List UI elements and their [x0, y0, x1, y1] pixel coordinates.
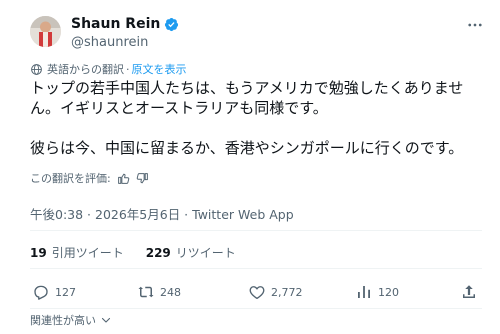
divider [30, 268, 482, 269]
avatar-image [30, 16, 61, 47]
reply-icon [34, 285, 48, 300]
share-icon [463, 285, 475, 298]
replies-sort-dropdown[interactable]: 関連性が高い [30, 312, 112, 328]
globe-icon [31, 63, 42, 75]
tweet-paragraph-2: 彼らは今、中国に留まるか、香港やシンガポールに行くのです。 [30, 139, 464, 157]
engagement-stats: 19 引用ツイート 229 リツイート [30, 244, 258, 261]
tweet-timestamp-source[interactable]: 午後0:38 · 2026年5月6日 · Twitter Web App [30, 204, 294, 223]
heart-icon [249, 286, 265, 300]
reply-button[interactable]: 127 [32, 283, 76, 301]
thumbs-up-icon[interactable] [117, 172, 130, 185]
share-button[interactable] [460, 283, 483, 301]
views-count: 120 [378, 285, 399, 299]
tweet-text: トップの若手中国人たちは、もうアメリカで勉強したくありません。イギリスとオースト… [30, 78, 482, 158]
rate-translation: この翻訳を評価: [30, 170, 149, 186]
retweet-icon [138, 286, 154, 298]
like-count: 2,772 [271, 285, 303, 299]
like-button[interactable]: 2,772 [248, 283, 303, 301]
retweets-stat[interactable]: 229 リツイート [146, 244, 236, 261]
author-display-name[interactable]: Shaun Rein [71, 16, 160, 32]
divider [30, 230, 482, 231]
tweet-detail: Shaun Rein @shaunrein 英語からの翻訳 · 原文を表示 トッ… [0, 0, 500, 334]
translation-separator: · [126, 62, 130, 76]
quote-tweets-count: 19 [30, 246, 47, 260]
translation-bar: 英語からの翻訳 · 原文を表示 [30, 61, 187, 77]
show-original-link[interactable]: 原文を表示 [132, 61, 187, 77]
reply-count: 127 [55, 285, 76, 299]
replies-sort-label: 関連性が高い [30, 314, 96, 327]
thumbs-down-icon[interactable] [136, 172, 149, 185]
retweet-count: 248 [160, 285, 181, 299]
bar-chart-icon [358, 286, 370, 298]
views-button[interactable]: 120 [355, 283, 399, 301]
avatar[interactable] [30, 16, 61, 47]
action-bar: 127 248 2,772 120 [30, 283, 480, 303]
rate-translation-label: この翻訳を評価: [30, 172, 111, 185]
verified-badge-icon [164, 17, 179, 32]
author-name-row[interactable]: Shaun Rein [71, 16, 179, 32]
more-options-icon[interactable] [464, 14, 486, 36]
quote-tweets-label: 引用ツイート [51, 246, 124, 260]
tweet-paragraph-1: トップの若手中国人たちは、もうアメリカで勉強したくありません。イギリスとオースト… [30, 79, 464, 117]
translation-label: 英語からの翻訳 [47, 63, 124, 76]
retweet-button[interactable]: 248 [137, 283, 181, 301]
author-handle[interactable]: @shaunrein [71, 35, 148, 50]
retweets-stat-count: 229 [145, 246, 171, 260]
retweets-stat-label: リツイート [175, 246, 236, 260]
divider [30, 308, 482, 309]
chevron-down-icon [101, 317, 111, 323]
quote-tweets-stat[interactable]: 19 引用ツイート [30, 244, 124, 261]
